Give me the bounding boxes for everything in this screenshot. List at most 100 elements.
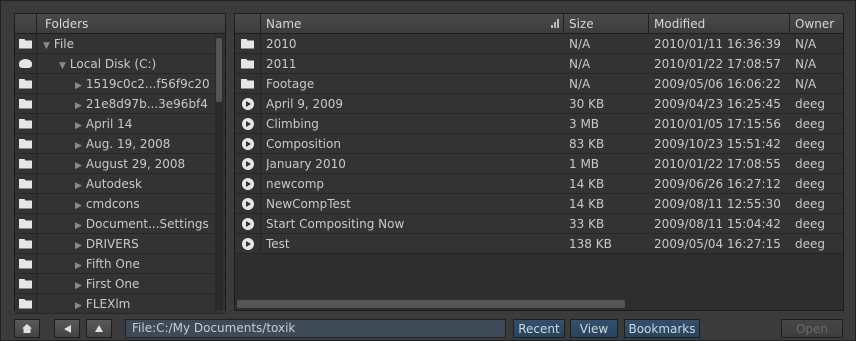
expand-triangle-right-icon[interactable]: ▶ (75, 181, 82, 191)
expand-triangle-down-icon[interactable]: ▼ (59, 61, 66, 71)
arrow-left-icon (63, 324, 71, 333)
folder-tree-item[interactable]: ▶ Document...Settings (15, 214, 225, 234)
file-modified-cell: 2010/01/22 17:08:57 (654, 57, 781, 71)
play-icon (241, 217, 254, 230)
back-button[interactable] (54, 319, 80, 338)
file-row[interactable]: Test 138 KB 2009/05/04 16:27:15 deeg (235, 234, 843, 254)
file-name-cell: 2010 (266, 37, 297, 51)
file-owner-cell: deeg (795, 137, 825, 151)
folder-tree-item-label: August 29, 2008 (85, 157, 186, 171)
file-size-cell: 33 KB (569, 217, 605, 231)
file-row[interactable]: April 9, 2009 30 KB 2009/04/23 16:25:45 dee… (235, 94, 843, 114)
file-size-cell: 83 KB (569, 137, 605, 151)
folder-tree-item-label: File (53, 37, 75, 51)
recent-button[interactable]: Recent (513, 319, 565, 338)
folder-icon (241, 58, 254, 69)
folder-tree-item[interactable]: ▼ File (15, 34, 225, 54)
folder-tree-item[interactable]: ▶ Autodesk (15, 174, 225, 194)
file-owner-cell: deeg (795, 237, 825, 251)
expand-triangle-right-icon[interactable]: ▶ (75, 121, 82, 131)
expand-triangle-right-icon[interactable]: ▶ (75, 201, 82, 211)
file-modified-cell: 2009/04/23 16:25:45 (654, 97, 781, 111)
folder-tree-item[interactable]: ▼ Local Disk (C:) (15, 54, 225, 74)
folder-tree-item[interactable]: ▶ August 29, 2008 (15, 154, 225, 174)
files-horizontal-scrollbar[interactable] (237, 300, 625, 308)
column-header-owner[interactable]: Owner (790, 14, 843, 34)
home-icon (22, 324, 32, 333)
file-owner-cell: deeg (795, 157, 825, 171)
expand-triangle-right-icon[interactable]: ▶ (75, 261, 82, 271)
file-owner-cell: deeg (795, 117, 825, 131)
file-row[interactable]: Climbing 3 MB 2010/01/05 17:15:56 deeg (235, 114, 843, 134)
home-button[interactable] (14, 319, 40, 338)
file-row[interactable]: 2011 N/A 2010/01/22 17:08:57 N/A (235, 54, 843, 74)
file-modified-cell: 2009/08/11 15:04:42 (654, 217, 781, 231)
file-row[interactable]: January 2010 1 MB 2010/01/22 17:08:55 deeg (235, 154, 843, 174)
folder-icon (19, 98, 32, 109)
folders-header: Folders (15, 14, 225, 34)
folder-icon (19, 178, 32, 189)
expand-triangle-right-icon[interactable]: ▶ (75, 101, 82, 111)
folders-scrollbar-thumb[interactable] (216, 38, 222, 102)
file-row[interactable]: NewCompTest 14 KB 2009/08/11 12:55:30 deeg (235, 194, 843, 214)
file-name-cell: newcomp (266, 177, 325, 191)
folders-scrollbar[interactable] (215, 36, 223, 310)
file-size-cell: 1 MB (569, 157, 600, 171)
column-header-modified[interactable]: Modified (649, 14, 790, 34)
file-row[interactable]: Footage N/A 2009/05/06 16:06:22 N/A (235, 74, 843, 94)
folder-tree-item[interactable]: ▶ 21e8d97b...3e96bf4 (15, 94, 225, 114)
folder-tree-item-label: First One (85, 277, 140, 291)
view-button[interactable]: View (570, 319, 618, 338)
file-row[interactable]: Start Compositing Now 33 KB 2009/08/11 15:… (235, 214, 843, 234)
arrow-up-icon (95, 325, 103, 332)
folder-tree: ▼ File ▼ Local Disk (C:) ▶ 1519c0c2...f56f9c2… (15, 34, 225, 314)
expand-triangle-right-icon[interactable]: ▶ (75, 301, 82, 311)
column-header-name[interactable]: Name (261, 14, 564, 34)
file-owner-cell: deeg (795, 97, 825, 111)
folder-tree-item-label: cmdcons (85, 197, 140, 211)
sort-icon (551, 19, 559, 28)
path-field[interactable]: File:C:/My Documents/toxik (125, 319, 506, 338)
file-owner-cell: deeg (795, 197, 825, 211)
file-name-cell: Start Compositing Now (266, 217, 405, 231)
file-modified-cell: 2010/01/22 17:08:55 (654, 157, 781, 171)
file-row[interactable]: Composition 83 KB 2009/10/23 15:51:42 deeg (235, 134, 843, 154)
open-button[interactable]: Open (781, 319, 843, 338)
column-header-size[interactable]: Size (564, 14, 649, 34)
file-row[interactable]: newcomp 14 KB 2009/06/26 16:27:12 deeg (235, 174, 843, 194)
folder-tree-item[interactable]: ▶ First One (15, 274, 225, 294)
expand-triangle-right-icon[interactable]: ▶ (75, 221, 82, 231)
folder-tree-item[interactable]: ▶ Aug. 19, 2008 (15, 134, 225, 154)
folder-icon (19, 78, 32, 89)
expand-triangle-down-icon[interactable]: ▼ (43, 41, 50, 51)
up-button[interactable] (86, 319, 112, 338)
file-modified-cell: 2009/08/11 12:55:30 (654, 197, 781, 211)
files-panel: Name Size Modified Owner 2010 N/A 2010/01/… (234, 13, 844, 311)
folder-tree-item[interactable]: ▶ Fifth One (15, 254, 225, 274)
expand-triangle-right-icon[interactable]: ▶ (75, 161, 82, 171)
folder-tree-item[interactable]: ▶ cmdcons (15, 194, 225, 214)
folder-tree-item[interactable]: ▶ FLEXlm (15, 294, 225, 314)
file-row[interactable]: 2010 N/A 2010/01/11 16:36:39 N/A (235, 34, 843, 54)
folder-tree-item-label: DRIVERS (85, 237, 139, 251)
bookmarks-button[interactable]: Bookmarks (624, 319, 700, 338)
folder-icon (241, 38, 254, 49)
folder-tree-item-label: 21e8d97b...3e96bf4 (85, 97, 208, 111)
folder-tree-item[interactable]: ▶ 1519c0c2...f56f9c20 (15, 74, 225, 94)
folder-tree-item-label: April 14 (85, 117, 133, 131)
folder-icon (241, 78, 254, 89)
expand-triangle-right-icon[interactable]: ▶ (75, 241, 82, 251)
file-name-cell: Climbing (266, 117, 319, 131)
folder-icon (19, 218, 32, 229)
folder-tree-item[interactable]: ▶ April 14 (15, 114, 225, 134)
expand-triangle-right-icon[interactable]: ▶ (75, 281, 82, 291)
disk-icon (19, 59, 32, 68)
expand-triangle-right-icon[interactable]: ▶ (75, 81, 82, 91)
file-owner-cell: N/A (795, 37, 817, 51)
folder-tree-item[interactable]: ▶ DRIVERS (15, 234, 225, 254)
play-icon (241, 157, 254, 170)
files-header: Name Size Modified Owner (235, 14, 843, 34)
folder-icon (19, 278, 32, 289)
expand-triangle-right-icon[interactable]: ▶ (75, 141, 82, 151)
file-name-cell: Composition (266, 137, 341, 151)
